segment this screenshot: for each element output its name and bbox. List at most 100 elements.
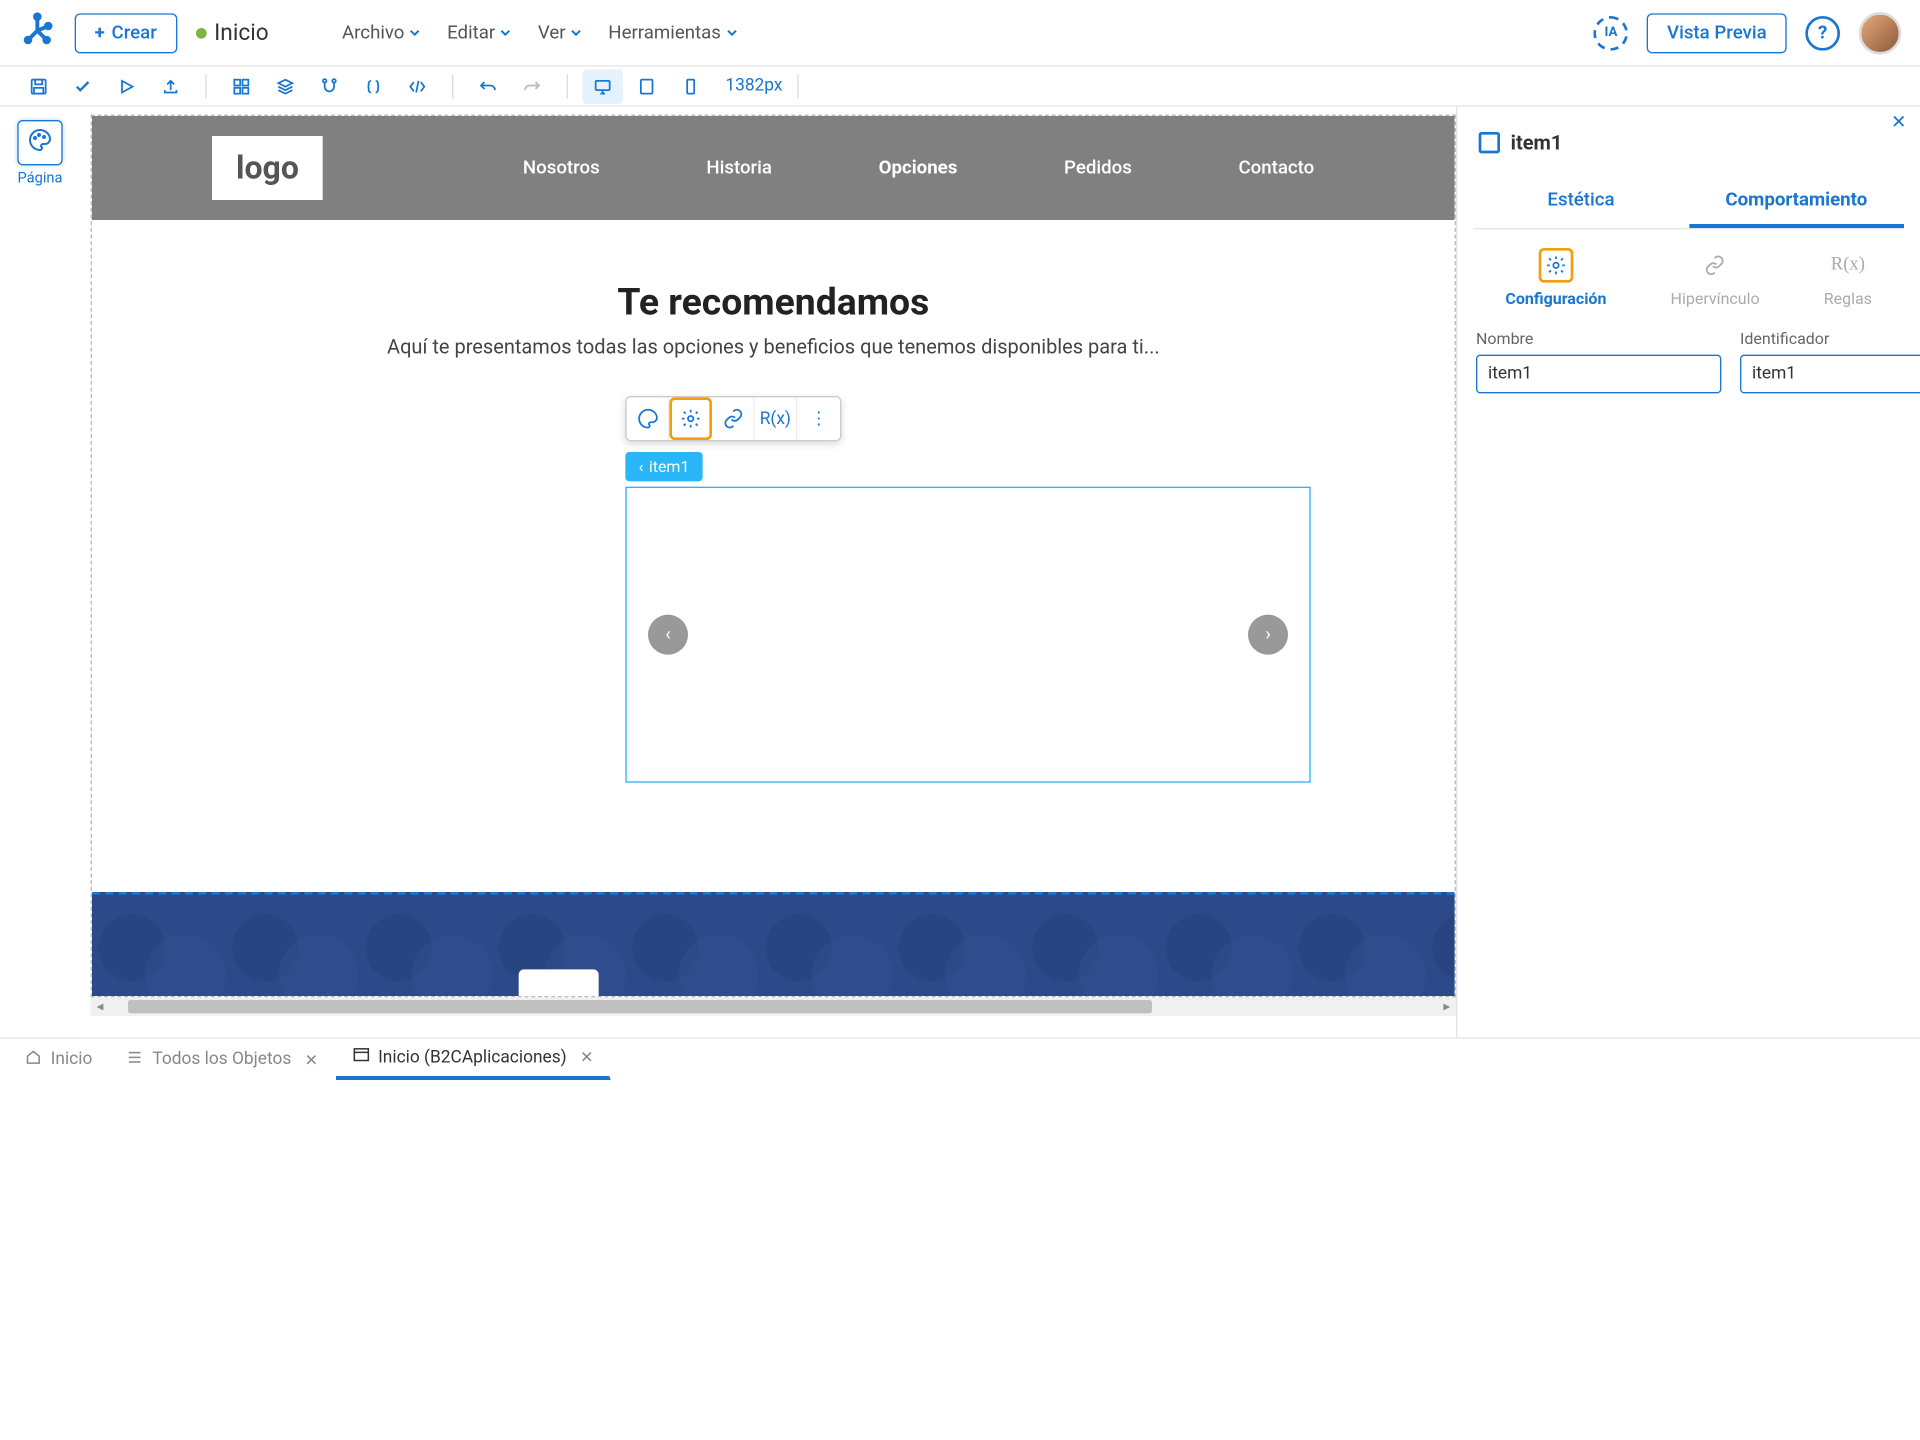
- create-button[interactable]: + Crear: [75, 13, 177, 53]
- help-icon[interactable]: ?: [1805, 15, 1840, 50]
- scroll-thumb[interactable]: [128, 1000, 1152, 1013]
- home-icon: [24, 1047, 43, 1071]
- nav-opciones[interactable]: Opciones: [879, 157, 958, 178]
- left-rail: Página: [0, 107, 80, 1038]
- recommend-subtitle: Aquí te presentamos todas las opciones y…: [119, 335, 1428, 359]
- palette-icon: [28, 128, 52, 157]
- sel-style-icon[interactable]: [627, 397, 670, 440]
- bottom-tabs: Inicio Todos los Objetos ✕ Inicio (B2CAp…: [0, 1037, 1920, 1080]
- nav-historia[interactable]: Historia: [706, 157, 772, 178]
- user-avatar[interactable]: [1859, 11, 1902, 54]
- close-icon[interactable]: ✕: [580, 1048, 593, 1067]
- carousel-prev-button[interactable]: ‹: [648, 615, 688, 655]
- tab-estetica[interactable]: Estética: [1473, 176, 1688, 228]
- page-palette-button[interactable]: [17, 120, 62, 165]
- panel-title-text: item1: [1511, 131, 1563, 155]
- sel-more-icon[interactable]: ⋮: [797, 397, 840, 440]
- code-icon[interactable]: [397, 69, 437, 104]
- document-title: Inicio: [195, 19, 268, 46]
- sel-link-icon[interactable]: [712, 397, 755, 440]
- btab-inicio[interactable]: Inicio: [8, 1039, 110, 1080]
- properties-panel: ✕ item1 Estética Comportamiento Configur…: [1456, 107, 1920, 1038]
- layers-icon[interactable]: [265, 69, 305, 104]
- sub-tabs: Configuración Hipervínculo R(x) Reglas: [1473, 229, 1904, 318]
- close-icon[interactable]: ✕: [305, 1050, 318, 1069]
- selection-toolbar: R(x) ⋮: [625, 396, 841, 441]
- scroll-right-icon[interactable]: ▸: [1437, 999, 1456, 1014]
- list-icon: [126, 1047, 145, 1071]
- id-field: Identificador: [1740, 329, 1920, 393]
- selected-element[interactable]: ‹ ›: [625, 487, 1310, 783]
- plus-icon: +: [95, 22, 105, 43]
- sel-rules-icon[interactable]: R(x): [755, 397, 798, 440]
- undo-icon[interactable]: [468, 69, 508, 104]
- btab-objetos[interactable]: Todos los Objetos ✕: [110, 1039, 336, 1080]
- name-field: Nombre: [1476, 329, 1721, 393]
- panel-tabs: Estética Comportamiento: [1473, 176, 1904, 229]
- subtab-hipervinculo[interactable]: Hipervínculo: [1671, 248, 1760, 308]
- mobile-icon[interactable]: [671, 69, 711, 104]
- tablet-icon[interactable]: [627, 69, 667, 104]
- save-icon[interactable]: [19, 69, 59, 104]
- id-input[interactable]: [1740, 355, 1920, 394]
- doc-title-text: Inicio: [214, 19, 269, 46]
- site-header: logo Nosotros Historia Opciones Pedidos …: [92, 116, 1455, 220]
- recommend-title: Te recomendamos: [119, 280, 1428, 324]
- app-logo-icon: [19, 11, 56, 54]
- redo-icon[interactable]: [512, 69, 552, 104]
- carousel-next-button[interactable]: ›: [1248, 615, 1288, 655]
- btab-inicio-b2c[interactable]: Inicio (B2CAplicaciones) ✕: [335, 1039, 610, 1080]
- scroll-left-icon[interactable]: ◂: [91, 999, 110, 1014]
- preview-button[interactable]: Vista Previa: [1647, 13, 1787, 53]
- element-type-icon: [1479, 132, 1500, 153]
- nav-nosotros[interactable]: Nosotros: [523, 157, 600, 178]
- toolbar: 1382px: [0, 67, 1920, 107]
- recommend-section: Te recomendamos Aquí te presentamos toda…: [92, 220, 1455, 385]
- site-footer: [92, 892, 1455, 996]
- tab-comportamiento[interactable]: Comportamiento: [1689, 176, 1904, 228]
- gear-icon: [1539, 248, 1574, 283]
- canvas[interactable]: logo Nosotros Historia Opciones Pedidos …: [91, 115, 1456, 998]
- braces-icon[interactable]: [353, 69, 393, 104]
- create-label: Crear: [112, 22, 157, 43]
- nav-contacto[interactable]: Contacto: [1238, 157, 1314, 178]
- chevron-left-icon: ‹: [665, 624, 671, 645]
- subtab-reglas[interactable]: R(x) Reglas: [1824, 248, 1872, 308]
- desktop-icon[interactable]: [583, 69, 623, 104]
- id-label: Identificador: [1740, 329, 1920, 348]
- components-icon[interactable]: [221, 69, 261, 104]
- menu-archivo[interactable]: Archivo: [334, 17, 430, 49]
- menu-ver[interactable]: Ver: [530, 17, 591, 49]
- ia-badge-icon[interactable]: IA: [1594, 15, 1629, 50]
- menu-bar: Archivo Editar Ver Herramientas: [334, 17, 746, 49]
- name-input[interactable]: [1476, 355, 1721, 394]
- panel-title: item1: [1473, 120, 1904, 165]
- status-dot-icon: [195, 27, 206, 38]
- subtab-configuracion[interactable]: Configuración: [1505, 248, 1606, 308]
- flow-icon[interactable]: [309, 69, 349, 104]
- horizontal-scrollbar[interactable]: ◂ ▸: [91, 997, 1456, 1016]
- chevron-right-icon: ›: [1265, 624, 1271, 645]
- rules-icon: R(x): [1831, 248, 1866, 283]
- footer-card: [519, 969, 599, 996]
- link-icon: [1698, 248, 1733, 283]
- selection-label-text: item1: [649, 457, 690, 476]
- nav-pedidos[interactable]: Pedidos: [1064, 157, 1132, 178]
- menu-herramientas[interactable]: Herramientas: [600, 17, 746, 49]
- selection-label[interactable]: ‹ item1: [625, 452, 702, 481]
- name-label: Nombre: [1476, 329, 1721, 348]
- topbar: + Crear Inicio Archivo Editar Ver Herram…: [0, 0, 1920, 67]
- page-label: Página: [17, 169, 62, 186]
- site-nav: Nosotros Historia Opciones Pedidos Conta…: [523, 157, 1314, 178]
- play-icon[interactable]: [107, 69, 147, 104]
- chevron-left-icon: ‹: [639, 457, 644, 476]
- canvas-width: 1382px: [725, 76, 782, 96]
- canvas-area: logo Nosotros Historia Opciones Pedidos …: [80, 107, 1456, 1038]
- panel-close-icon[interactable]: ✕: [1891, 112, 1907, 133]
- site-logo: logo: [212, 136, 323, 200]
- sel-settings-icon[interactable]: [669, 397, 712, 440]
- window-icon: [351, 1045, 370, 1069]
- check-icon[interactable]: [63, 69, 103, 104]
- menu-editar[interactable]: Editar: [439, 17, 520, 49]
- export-icon[interactable]: [151, 69, 191, 104]
